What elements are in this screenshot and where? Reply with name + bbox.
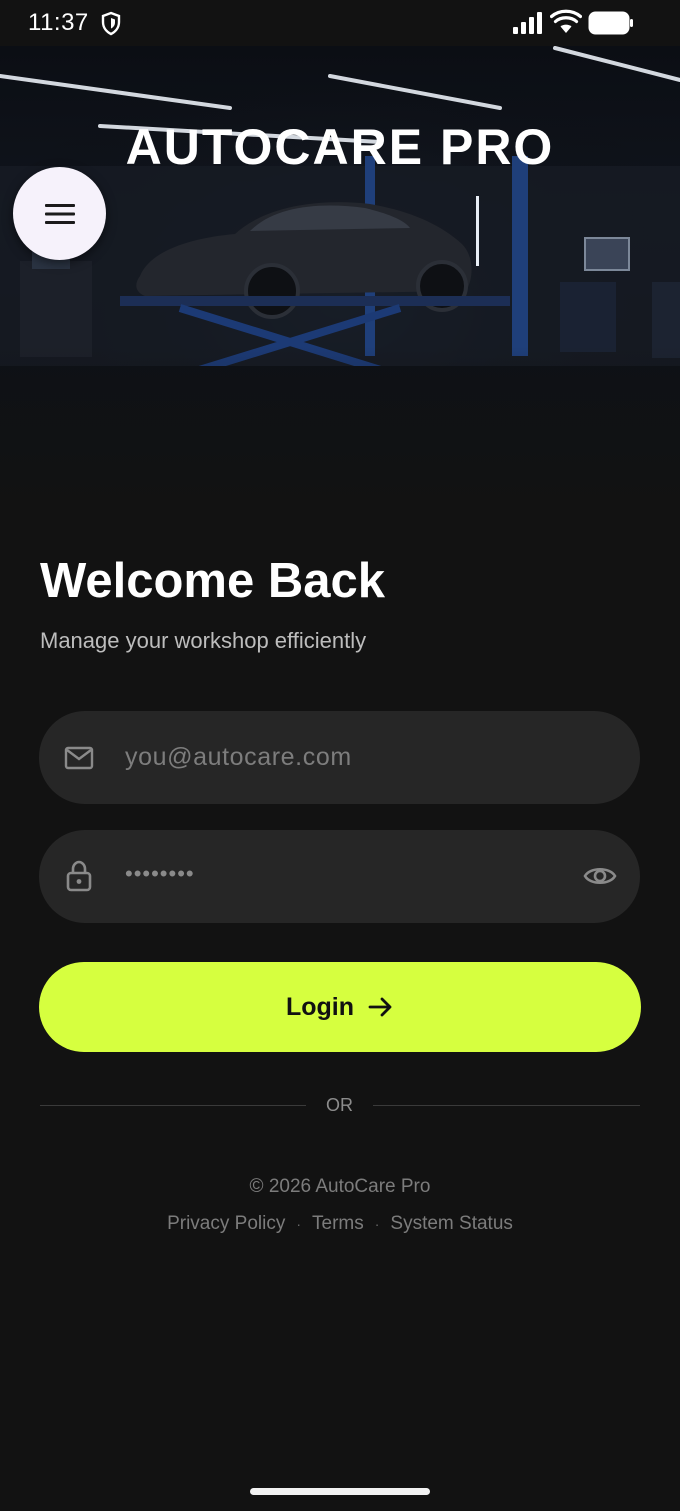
divider-left xyxy=(40,1105,306,1106)
footer-separator: · xyxy=(296,1216,301,1232)
divider-right xyxy=(373,1105,640,1106)
hero-image: AUTOCARE PRO xyxy=(0,46,680,516)
menu-button[interactable] xyxy=(13,167,106,260)
lock-icon xyxy=(66,860,92,892)
copyright-text: © 2026 AutoCare Pro xyxy=(249,1176,431,1197)
login-button[interactable]: Login xyxy=(39,962,641,1052)
welcome-title: Welcome Back xyxy=(40,554,385,608)
arrow-right-icon xyxy=(368,997,392,1017)
system-status-link[interactable]: System Status xyxy=(390,1213,513,1235)
signal-icon xyxy=(513,12,542,34)
email-field[interactable] xyxy=(39,711,640,804)
password-field[interactable]: •••••••• xyxy=(39,830,640,923)
workshop-illustration xyxy=(0,46,680,516)
wifi-icon xyxy=(550,9,582,33)
login-screen: 11:37 AUTOCARE PRO Welcome Back Manage y… xyxy=(0,0,680,1511)
password-input[interactable]: •••••••• xyxy=(125,861,195,887)
status-bar: 11:37 xyxy=(0,0,680,46)
eye-icon[interactable] xyxy=(583,862,617,890)
home-indicator[interactable] xyxy=(250,1488,430,1495)
footer-separator: · xyxy=(374,1216,380,1232)
email-input[interactable] xyxy=(125,711,565,804)
battery-icon xyxy=(588,11,633,35)
status-time: 11:37 xyxy=(28,9,89,36)
app-title: AUTOCARE PRO xyxy=(125,119,555,175)
or-divider-text: OR xyxy=(326,1095,353,1115)
terms-link[interactable]: Terms xyxy=(312,1213,364,1235)
menu-icon xyxy=(44,203,75,224)
footer-links: Privacy Policy · Terms · System Status xyxy=(0,1213,680,1235)
welcome-subtitle: Manage your workshop efficiently xyxy=(40,628,367,653)
privacy-policy-link[interactable]: Privacy Policy xyxy=(167,1213,285,1235)
mail-icon xyxy=(64,746,94,770)
shield-icon xyxy=(101,11,121,36)
login-label: Login xyxy=(285,992,355,1021)
